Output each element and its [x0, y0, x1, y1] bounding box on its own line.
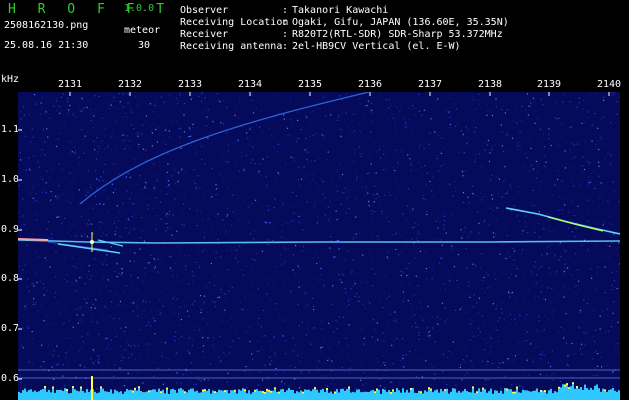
x-tick-label: 2136 [358, 79, 383, 90]
x-tick-label: 2131 [58, 79, 83, 90]
info-separator: : [282, 41, 289, 52]
y-tick-label: 0.7 [1, 323, 20, 334]
carrier-branch [57, 243, 121, 254]
antenna-label: Receiving antenna [180, 41, 283, 52]
y-axis-unit: kHz [1, 74, 20, 85]
y-tick-label: 1.1 [1, 124, 20, 135]
x-tick-label: 2134 [238, 79, 263, 90]
receiver-label: Receiver [180, 29, 229, 40]
location-value: Ogaki, Gifu, JAPAN (136.60E, 35.35N) [292, 17, 509, 28]
x-tick-label: 2132 [118, 79, 143, 90]
app-version: 1.0.0 [124, 3, 155, 14]
y-tick-label: 0.6 [1, 373, 20, 384]
x-tick-label: 2140 [597, 79, 622, 90]
descending-trail-bright [547, 216, 604, 232]
info-separator: : [282, 5, 289, 16]
x-tick-label: 2135 [298, 79, 323, 90]
x-tick-label: 2137 [418, 79, 443, 90]
mode-label: meteor [124, 25, 161, 36]
datetime: 25.08.16 21:30 [4, 40, 89, 51]
x-tick-label: 2138 [478, 79, 503, 90]
location-label: Receiving Location [180, 17, 289, 28]
meteor-trail [79, 92, 372, 205]
y-tick-label: 0.8 [1, 273, 20, 284]
signal-level-bars [18, 376, 620, 400]
spectrogram-plot [18, 92, 620, 400]
y-tick-label: 1.0 [1, 174, 20, 185]
x-tick-label: 2139 [537, 79, 562, 90]
y-tick-label: 0.9 [1, 224, 20, 235]
receiver-value: R820T2(RTL-SDR) SDR-Sharp 53.372MHz [292, 29, 503, 40]
x-tick-label: 2133 [178, 79, 203, 90]
antenna-value: 2el-HB9CV Vertical (el. E-W) [292, 41, 461, 52]
noise-speckle [18, 92, 620, 390]
info-separator: : [282, 29, 289, 40]
file-name: 2508162130.png [4, 20, 89, 31]
info-separator: : [282, 17, 289, 28]
meteor-count: 30 [138, 40, 151, 51]
carrier-start [18, 238, 49, 241]
meteor-trail-short [47, 241, 109, 251]
observer-label: Observer [180, 5, 229, 16]
observer-value: Takanori Kawachi [292, 5, 389, 16]
